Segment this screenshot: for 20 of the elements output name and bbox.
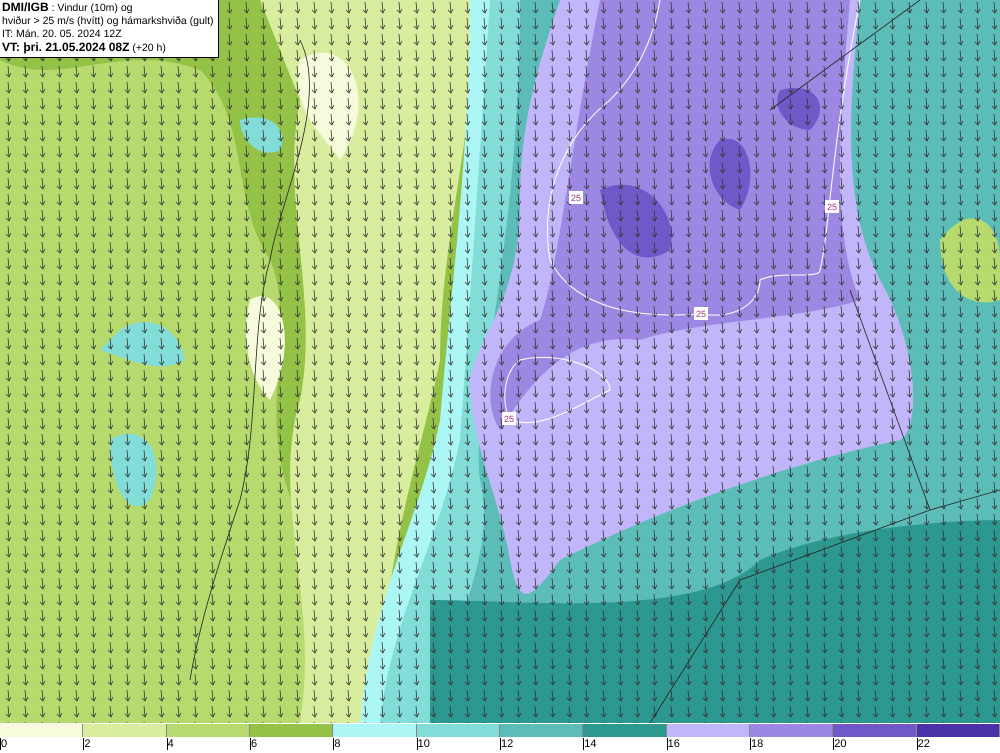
legend-label: 10 <box>416 738 430 750</box>
map-title-line: IT: Mán. 20. 05. 2024 12Z <box>2 28 123 41</box>
contour-label: 25 <box>502 412 516 425</box>
legend-label: 16 <box>666 738 680 750</box>
map-title-line: VT: þri. 21.05.2024 08Z (+20 h) <box>2 41 167 55</box>
contour-label: 25 <box>825 200 839 213</box>
legend-label: 4 <box>166 738 174 750</box>
contour-label: 25 <box>569 191 583 204</box>
legend-label: 12 <box>500 738 514 750</box>
legend-label: 14 <box>583 738 597 750</box>
legend-label: 6 <box>250 738 258 750</box>
legend-label: 20 <box>833 738 847 750</box>
legend-label: 2 <box>83 738 90 750</box>
legend-label: 18 <box>750 738 764 750</box>
contour-label: 25 <box>694 307 708 320</box>
legend-label: 0 <box>0 738 8 750</box>
legend-label: 8 <box>333 738 340 750</box>
legend-label: 22 <box>916 738 930 750</box>
map-title-line: hviður > 25 m/s (hvítt) og hámarkshviða (gult) <box>2 15 214 28</box>
map-title-line: DMI/IGB : Vindur (10m) og <box>2 1 134 15</box>
